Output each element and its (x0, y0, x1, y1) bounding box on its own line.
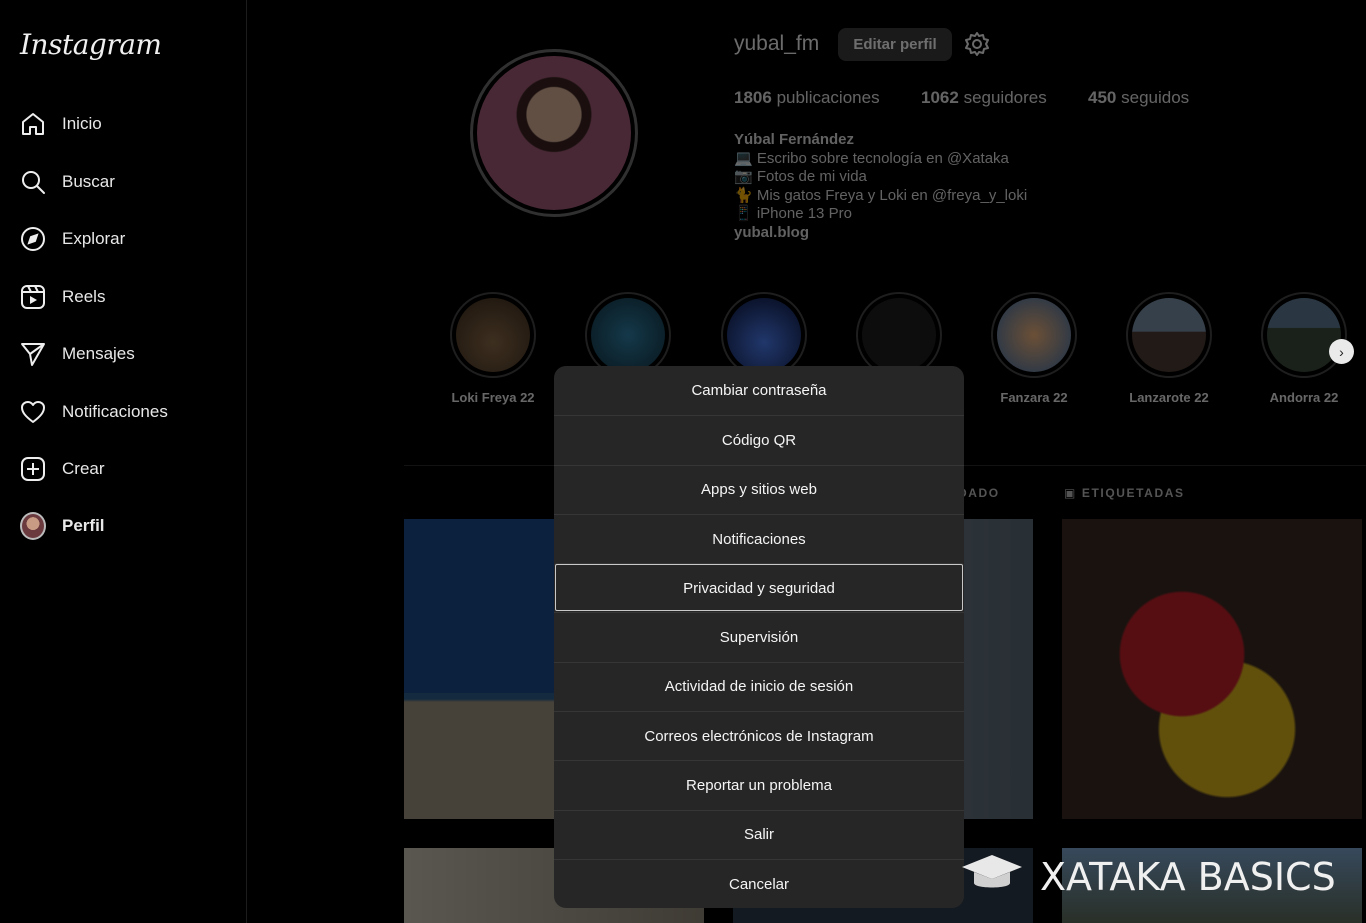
tab-tagged[interactable]: ▣ ETIQUETADAS (1064, 486, 1185, 500)
profile-picture[interactable] (470, 49, 638, 217)
nav-label: Crear (62, 459, 105, 478)
posts-label: publicaciones (776, 88, 880, 107)
posts-stat: 1806 publicaciones (734, 88, 880, 108)
bio-link[interactable]: yubal.blog (734, 224, 1027, 243)
highlight-item[interactable]: Lanzarote 22 (1124, 292, 1214, 405)
nav-item-crear[interactable]: Crear (20, 449, 230, 489)
followers-label: seguidores (963, 88, 1047, 107)
following-count: 450 (1088, 88, 1117, 107)
highlight-label: Fanzara 22 (1000, 390, 1068, 405)
avatar (20, 512, 46, 540)
tab-saved[interactable]: DADO (958, 486, 1000, 500)
profile-bio: Yúbal Fernández 💻 Escribo sobre tecnolog… (734, 131, 1027, 242)
nav-item-perfil[interactable]: Perfil (20, 506, 230, 546)
qr-code-option[interactable]: Código QR (554, 415, 964, 464)
graduation-cap-icon (960, 853, 1024, 902)
highlight-label: Andorra 22 (1269, 390, 1339, 405)
gear-icon[interactable] (964, 31, 990, 57)
highlight-label: Loki Freya 22 (451, 390, 535, 405)
home-icon (20, 111, 46, 137)
sidebar: Instagram Inicio Buscar Explorar Reels M… (0, 0, 247, 923)
highlight-label: Lanzarote 22 (1129, 390, 1209, 405)
nav-label: Explorar (62, 229, 126, 248)
heart-icon (20, 399, 46, 425)
change-password-option[interactable]: Cambiar contraseña (554, 366, 964, 415)
bio-line: 🐈 Mis gatos Freya y Loki en @freya_y_lok… (734, 186, 1028, 204)
instagram-emails-option[interactable]: Correos electrónicos de Instagram (554, 711, 964, 760)
nav-item-mensajes[interactable]: Mensajes (20, 334, 230, 374)
bio-line: 💻 Escribo sobre tecnología en @Xataka (734, 149, 1009, 167)
plus-square-icon (20, 456, 46, 482)
bio-line: 📱 iPhone 13 Pro (734, 205, 852, 222)
following-label: seguidos (1121, 88, 1190, 107)
cancel-option[interactable]: Cancelar (554, 858, 964, 908)
reels-icon (20, 284, 46, 310)
supervision-option[interactable]: Supervisión (554, 612, 964, 661)
notifications-option[interactable]: Notificaciones (554, 513, 964, 563)
tag-icon: ▣ (1064, 486, 1082, 500)
search-icon (20, 169, 46, 195)
avatar-wrap (20, 512, 46, 540)
followers-stat[interactable]: 1062 seguidores (921, 88, 1047, 108)
send-icon (20, 341, 46, 367)
settings-menu-modal: Cambiar contraseña Código QR Apps y siti… (554, 366, 964, 908)
bio-name: Yúbal Fernández (734, 131, 855, 148)
login-activity-option[interactable]: Actividad de inicio de sesión (554, 661, 964, 711)
nav-item-buscar[interactable]: Buscar (20, 162, 230, 202)
compass-icon (20, 226, 46, 252)
nav-label: Notificaciones (62, 402, 168, 421)
nav-label: Perfil (62, 516, 105, 535)
highlight-item[interactable]: Fanzara 22 (989, 292, 1079, 405)
nav-label: Inicio (62, 114, 102, 133)
logout-option[interactable]: Salir (554, 809, 964, 859)
edit-profile-button[interactable]: Editar perfil (838, 28, 952, 61)
chevron-right-icon[interactable]: › (1329, 339, 1354, 364)
bio-line: 📷 Fotos de mi vida (734, 168, 867, 185)
highlight-item[interactable]: Loki Freya 22 (448, 292, 538, 405)
apps-websites-option[interactable]: Apps y sitios web (554, 464, 964, 514)
nav-item-reels[interactable]: Reels (20, 277, 230, 317)
following-stat[interactable]: 450 seguidos (1088, 88, 1189, 108)
nav-item-notificaciones[interactable]: Notificaciones (20, 392, 230, 432)
privacy-security-option[interactable]: Privacidad y seguridad (554, 563, 964, 612)
nav-item-explorar[interactable]: Explorar (20, 219, 230, 259)
nav-label: Reels (62, 287, 106, 306)
followers-count: 1062 (921, 88, 959, 107)
watermark-text: XATAKA BASICS (1040, 855, 1336, 899)
nav-item-inicio[interactable]: Inicio (20, 104, 230, 144)
watermark: XATAKA BASICS (960, 852, 1336, 902)
nav-label: Mensajes (62, 344, 135, 363)
instagram-logo[interactable]: Instagram (20, 28, 162, 61)
tab-tagged-label: ETIQUETADAS (1081, 486, 1185, 500)
report-problem-option[interactable]: Reportar un problema (554, 760, 964, 809)
post-thumbnail[interactable] (1062, 519, 1362, 819)
nav-label: Buscar (62, 172, 115, 191)
posts-count: 1806 (734, 88, 772, 107)
profile-username: yubal_fm (734, 32, 820, 55)
profile-photo (477, 56, 631, 210)
